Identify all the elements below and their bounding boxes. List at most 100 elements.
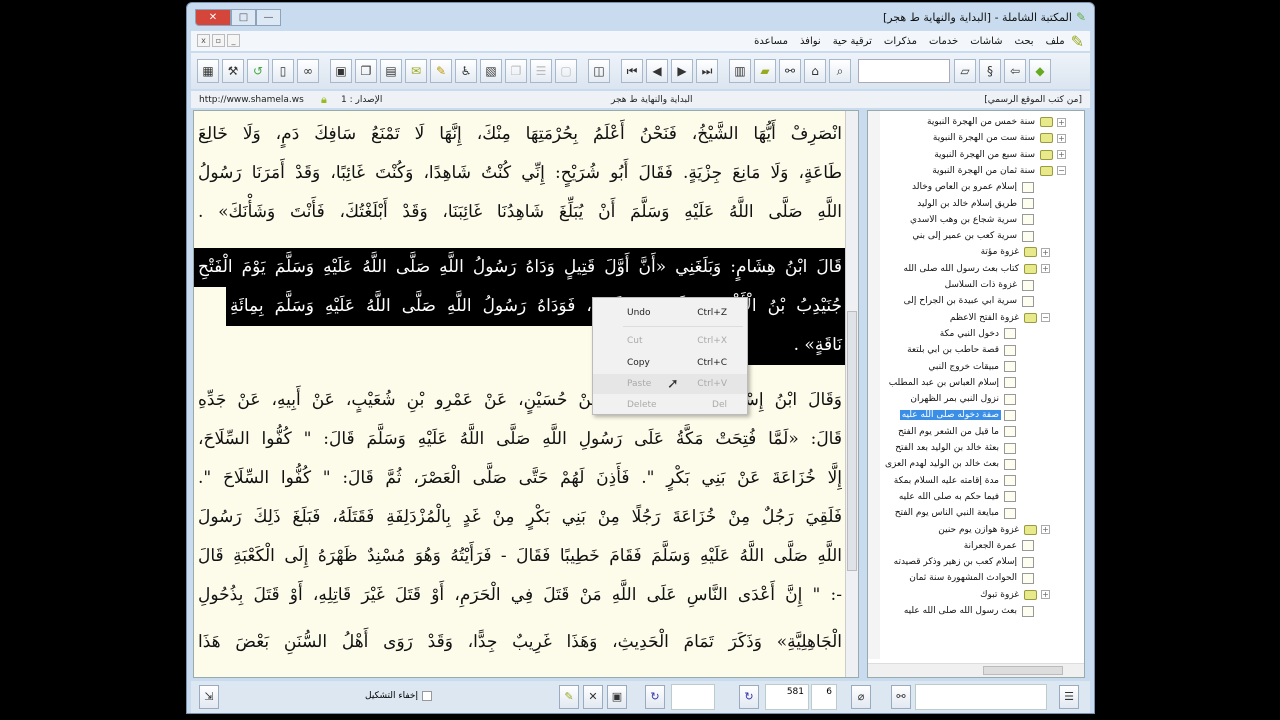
note-input[interactable]	[671, 684, 715, 710]
tree-item[interactable]: إسلام كعب بن زهير وذكر قصيدته	[882, 554, 1034, 570]
tree-item[interactable]: + غزوة هوازن يوم حنين	[882, 522, 1050, 538]
tree-item[interactable]: نزول النبي بمر الظهران	[882, 391, 1016, 407]
document-icon[interactable]: ▤	[380, 59, 402, 83]
tree-item[interactable]: غزوة ذات السلاسل	[882, 277, 1034, 293]
close-button[interactable]: ✕	[195, 9, 231, 26]
menu-notes[interactable]: مذكرات	[884, 36, 917, 47]
disabled-copy-icon[interactable]: ❐	[505, 59, 527, 83]
tree-item[interactable]: صفة دخوله صلى الله عليه	[882, 407, 1016, 423]
document-settings-icon[interactable]: §	[979, 59, 1001, 83]
expand-toggle-icon[interactable]: +	[1041, 525, 1050, 534]
tree-item[interactable]: ما قيل من الشعر يوم الفتح	[882, 424, 1016, 440]
hide-diacritics-checkbox[interactable]: إخفاء التشكيل	[365, 691, 432, 701]
page-number-input[interactable]: 581	[765, 684, 809, 710]
expand-toggle-icon[interactable]: +	[1041, 247, 1050, 257]
tree-item[interactable]: مبيقات خروج النبي	[882, 359, 1016, 375]
tree-item[interactable]: قصة حاطب بن أبي بلتعة	[882, 342, 1016, 358]
tree-item[interactable]: + كتاب بعث رسول الله صلى الله	[882, 261, 1050, 277]
scrollbar-thumb[interactable]	[983, 666, 1063, 675]
menu-file[interactable]: ملف	[1046, 36, 1065, 47]
tools-icon[interactable]: ⚒	[222, 59, 244, 83]
minimize-button[interactable]: —	[256, 9, 281, 26]
expand-toggle-icon[interactable]: +	[1057, 150, 1066, 160]
mdi-close-button[interactable]: x	[197, 34, 210, 47]
link-icon[interactable]: ∞	[297, 59, 319, 83]
go-page-icon[interactable]: ↻	[739, 685, 759, 709]
tree-item[interactable]: − غزوة الفتح الأعظم	[882, 310, 1050, 326]
tree-item[interactable]: دخول النبي مكة	[882, 326, 1016, 342]
tree-item[interactable]: عمرة الجعرانة	[882, 538, 1034, 554]
first-page-icon[interactable]: ⏮	[621, 59, 643, 83]
refresh-green-icon[interactable]: ↺	[247, 59, 269, 83]
back-icon[interactable]: ⇦	[1004, 59, 1026, 83]
new-page-icon[interactable]: ▯	[272, 59, 294, 83]
expand-toggle-icon[interactable]: +	[1057, 117, 1066, 127]
tree-item[interactable]: إسلام العباس بن عبد المطلب	[882, 375, 1016, 391]
part-number-input[interactable]: 6	[811, 684, 837, 710]
expand-toggle-icon[interactable]: +	[1041, 264, 1050, 274]
tree-item[interactable]: سرية شجاع بن وهب الأسدي	[882, 212, 1034, 228]
maximize-button[interactable]: □	[231, 9, 256, 26]
clipboard-icon[interactable]: ▣	[330, 59, 352, 83]
expand-toggle-icon[interactable]: +	[1041, 590, 1050, 600]
search-page-icon[interactable]: ⌕	[829, 59, 851, 83]
list-icon[interactable]: ☰	[1059, 685, 1079, 709]
tree-item[interactable]: بعث خالد بن الوليد لهدم العزى	[882, 456, 1016, 472]
tree-item[interactable]: سرية كعب بن عمير إلى بني	[882, 228, 1034, 244]
tree-item[interactable]: − سنة ثمان من الهجرة النبوية	[882, 163, 1066, 179]
forward-icon[interactable]: ◆	[1029, 59, 1051, 83]
cancel-icon[interactable]: ✕	[583, 685, 603, 709]
tree-item[interactable]: + سنة سبع من الهجرة النبوية	[882, 147, 1066, 163]
last-page-icon[interactable]: ⏭	[696, 59, 718, 83]
tree-item[interactable]: بعث رسول الله صلى الله عليه	[882, 603, 1034, 619]
tree-item[interactable]: مبايعة النبي الناس يوم الفتح	[882, 505, 1016, 521]
bookmark-icon[interactable]: ⌂	[804, 59, 826, 83]
menu-windows[interactable]: نوافذ	[800, 36, 821, 47]
context-copy[interactable]: Copy Ctrl+C	[593, 353, 747, 373]
text-scrollbar[interactable]	[845, 111, 858, 677]
book-icon[interactable]: ◫	[588, 59, 610, 83]
mdi-minimize-button[interactable]: _	[227, 34, 240, 47]
next-page-icon[interactable]: ▶	[671, 59, 693, 83]
disabled-box-icon[interactable]: ▢	[555, 59, 577, 83]
tree-item[interactable]: + غزوة مؤتة	[882, 244, 1050, 260]
context-cut[interactable]: Cut Ctrl+X	[593, 331, 747, 351]
tree-item[interactable]: فيما حكم به صلى الله عليه	[882, 489, 1016, 505]
tree-item[interactable]: بعثة خالد بن الوليد بعد الفتح	[882, 440, 1016, 456]
pencil-icon[interactable]: ✎	[430, 59, 452, 83]
menu-search[interactable]: بحث	[1015, 36, 1034, 47]
menu-screens[interactable]: شاشات	[970, 36, 1002, 47]
tree-item[interactable]: + سنة خمس من الهجرة النبوية	[882, 114, 1066, 130]
tree-item[interactable]: طريق إسلام خالد بن الوليد	[882, 196, 1034, 212]
tree-item[interactable]: الحوادث المشهورة سنة ثمان	[882, 570, 1034, 586]
export-icon[interactable]: ⇲	[199, 685, 219, 709]
menu-services[interactable]: خدمات	[929, 36, 958, 47]
tree-scrollbar[interactable]	[868, 111, 880, 659]
books-icon[interactable]: ▥	[729, 59, 751, 83]
save-icon[interactable]: ▣	[607, 685, 627, 709]
tree-item[interactable]: مدة إقامته عليه السلام بمكة	[882, 473, 1016, 489]
context-undo[interactable]: Undo Ctrl+Z	[593, 303, 747, 323]
open-folder-icon[interactable]: ▱	[954, 59, 976, 83]
person-icon[interactable]: ♿	[455, 59, 477, 83]
attach-icon[interactable]: ⌀	[851, 685, 871, 709]
binoculars-icon[interactable]: ⚯	[779, 59, 801, 83]
tree-item[interactable]: + سنة ست من الهجرة النبوية	[882, 130, 1066, 146]
book-text-panel[interactable]: انْصَرِفْ أَيُّهَا الشَّيْخُ، فَنَحْنُ أ…	[193, 110, 859, 678]
binoculars-search-icon[interactable]: ⚯	[891, 685, 911, 709]
copy-icon[interactable]: ❐	[355, 59, 377, 83]
tree-item[interactable]: + غزوة تبوك	[882, 587, 1050, 603]
refresh-icon[interactable]: ↻	[645, 685, 665, 709]
calculator-icon[interactable]: ▦	[197, 59, 219, 83]
checkbox-box[interactable]	[421, 691, 432, 701]
expand-toggle-icon[interactable]: −	[1057, 166, 1066, 176]
bottom-search-input[interactable]	[915, 684, 1047, 710]
website-link[interactable]: http://www.shamela.ws	[199, 95, 304, 105]
tree-item[interactable]: سرية أبي عبيدة بن الجراح إلى	[882, 293, 1034, 309]
edit-icon[interactable]: ▧	[480, 59, 502, 83]
folder-icon[interactable]: ▰	[754, 59, 776, 83]
mail-icon[interactable]: ✉	[405, 59, 427, 83]
menu-live-update[interactable]: ترقية حية	[833, 36, 872, 47]
disabled-list-icon[interactable]: ☰	[530, 59, 552, 83]
previous-page-icon[interactable]: ◀	[646, 59, 668, 83]
